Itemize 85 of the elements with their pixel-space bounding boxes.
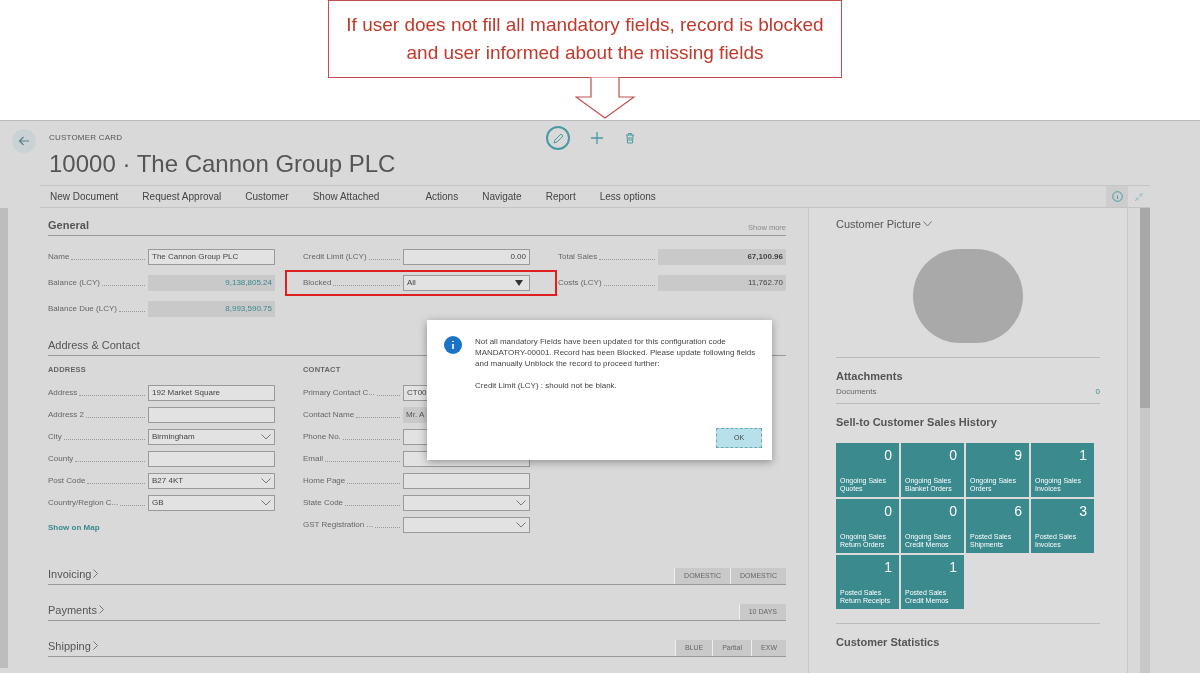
field-label: Blocked <box>303 277 333 289</box>
chevron-down-icon <box>261 478 271 485</box>
scrollbar-thumb[interactable] <box>1140 208 1150 408</box>
field-label: Costs (LCY) <box>558 277 603 289</box>
field-label: Primary Contact C... <box>303 387 376 400</box>
down-arrow-icon <box>575 77 635 119</box>
factbox-title: Customer Statistics <box>836 634 941 650</box>
chevron-down-icon <box>923 221 932 228</box>
dropdown-field[interactable]: GB <box>148 495 275 512</box>
field-label: Home Page <box>303 475 347 488</box>
chevron-right-icon <box>93 569 99 579</box>
trash-icon <box>624 132 636 144</box>
collapse-icon <box>1134 191 1144 202</box>
field-label: Name <box>48 251 71 263</box>
field-label: Address <box>48 387 79 400</box>
section-header[interactable]: Payments <box>48 601 104 620</box>
action-menu-item[interactable]: Actions <box>425 189 459 204</box>
field-label: Total Sales <box>558 251 599 263</box>
factbox-title: Customer Picture <box>836 217 921 232</box>
section-header[interactable]: Invoicing <box>48 565 99 584</box>
section-title: General <box>48 217 89 233</box>
field-label: Country/Region C... <box>48 497 120 510</box>
chevron-right-icon <box>92 641 98 651</box>
dialog-message: Not all mandatory Fields have been updated for this configuration code MANDATORY-00001. Record has been Blocked. Please update following fields and manually Unblock the record to proceed further: <box>475 336 757 369</box>
dropdown-field[interactable]: All <box>403 275 530 291</box>
back-button[interactable] <box>12 129 36 153</box>
dropdown-field[interactable] <box>403 495 530 512</box>
field-label: City <box>48 431 63 444</box>
input-field[interactable] <box>148 451 275 468</box>
triangle-down-icon <box>515 280 523 286</box>
field-label: Balance Due (LCY) <box>48 303 118 315</box>
action-menu-item[interactable]: Report <box>545 189 576 204</box>
field-value: 67,100.96 <box>658 249 786 265</box>
show-on-map-link[interactable]: Show on Map <box>48 522 100 535</box>
action-menu-item[interactable]: New Document <box>50 189 119 204</box>
field-label: Contact Name <box>303 409 356 422</box>
plus-icon <box>590 131 604 145</box>
factbox-title: Sell-to Customer Sales History <box>836 415 998 430</box>
action-menu-item[interactable]: Customer <box>245 189 289 204</box>
input-field[interactable]: 192 Market Square <box>148 385 275 402</box>
field-label: Post Code <box>48 475 87 488</box>
edit-button[interactable] <box>546 126 570 150</box>
dropdown-field[interactable] <box>403 517 530 534</box>
info-button[interactable] <box>1106 186 1128 207</box>
field-label: County <box>48 453 75 466</box>
cue-label: Documents <box>836 386 877 398</box>
field-label: Email <box>303 453 324 466</box>
delete-button[interactable] <box>624 132 636 144</box>
input-field[interactable]: The Cannon Group PLC <box>148 249 275 265</box>
back-arrow-icon <box>18 135 30 147</box>
field-label: Credit Limit (LCY) <box>303 251 368 263</box>
chevron-down-icon <box>261 434 271 441</box>
pencil-icon <box>552 132 564 144</box>
action-menu-item[interactable]: Less options <box>599 189 656 204</box>
page-caption: CUSTOMER CARD <box>49 132 124 144</box>
input-field[interactable] <box>148 407 275 424</box>
action-menu-item[interactable]: Request Approval <box>142 189 222 204</box>
dropdown-field[interactable]: Birmingham <box>148 429 275 446</box>
input-field[interactable] <box>403 473 530 490</box>
cue-count-link[interactable]: 0 <box>1095 386 1100 398</box>
scrollbar[interactable] <box>1140 208 1150 673</box>
input-field[interactable]: 0.00 <box>403 249 530 265</box>
action-menu-item[interactable]: Show Attached <box>312 189 380 204</box>
field-label: Balance (LCY) <box>48 277 102 289</box>
info-icon <box>1111 191 1123 202</box>
factbox-title: Attachments <box>836 368 904 384</box>
info-icon <box>444 336 462 354</box>
section-title: Address & Contact <box>48 337 140 353</box>
dialog-detail: Credit Limit (LCY) : should not be blank. <box>475 380 618 391</box>
field-value: 11,762.70 <box>658 275 786 291</box>
scrollbar[interactable] <box>0 208 8 668</box>
callout-box: If user does not fill all mandatory fields, record is blocked and user informed about the missing fields <box>328 0 842 78</box>
field-label: Address 2 <box>48 409 86 422</box>
chevron-right-icon <box>98 605 104 615</box>
chevron-down-icon <box>516 500 526 507</box>
page-title: 10000 · The Cannon Group PLC <box>49 150 396 178</box>
dropdown-field[interactable]: B27 4KT <box>148 473 275 490</box>
section-header[interactable]: Shipping <box>48 637 98 656</box>
field-label: Phone No. <box>303 431 342 444</box>
action-menu-item[interactable]: Navigate <box>482 189 522 204</box>
chevron-down-icon <box>261 500 271 507</box>
field-label: GST Registration ... <box>303 519 375 532</box>
add-button[interactable] <box>590 131 604 145</box>
field-label: State Code <box>303 497 345 510</box>
chevron-down-icon <box>516 522 526 529</box>
